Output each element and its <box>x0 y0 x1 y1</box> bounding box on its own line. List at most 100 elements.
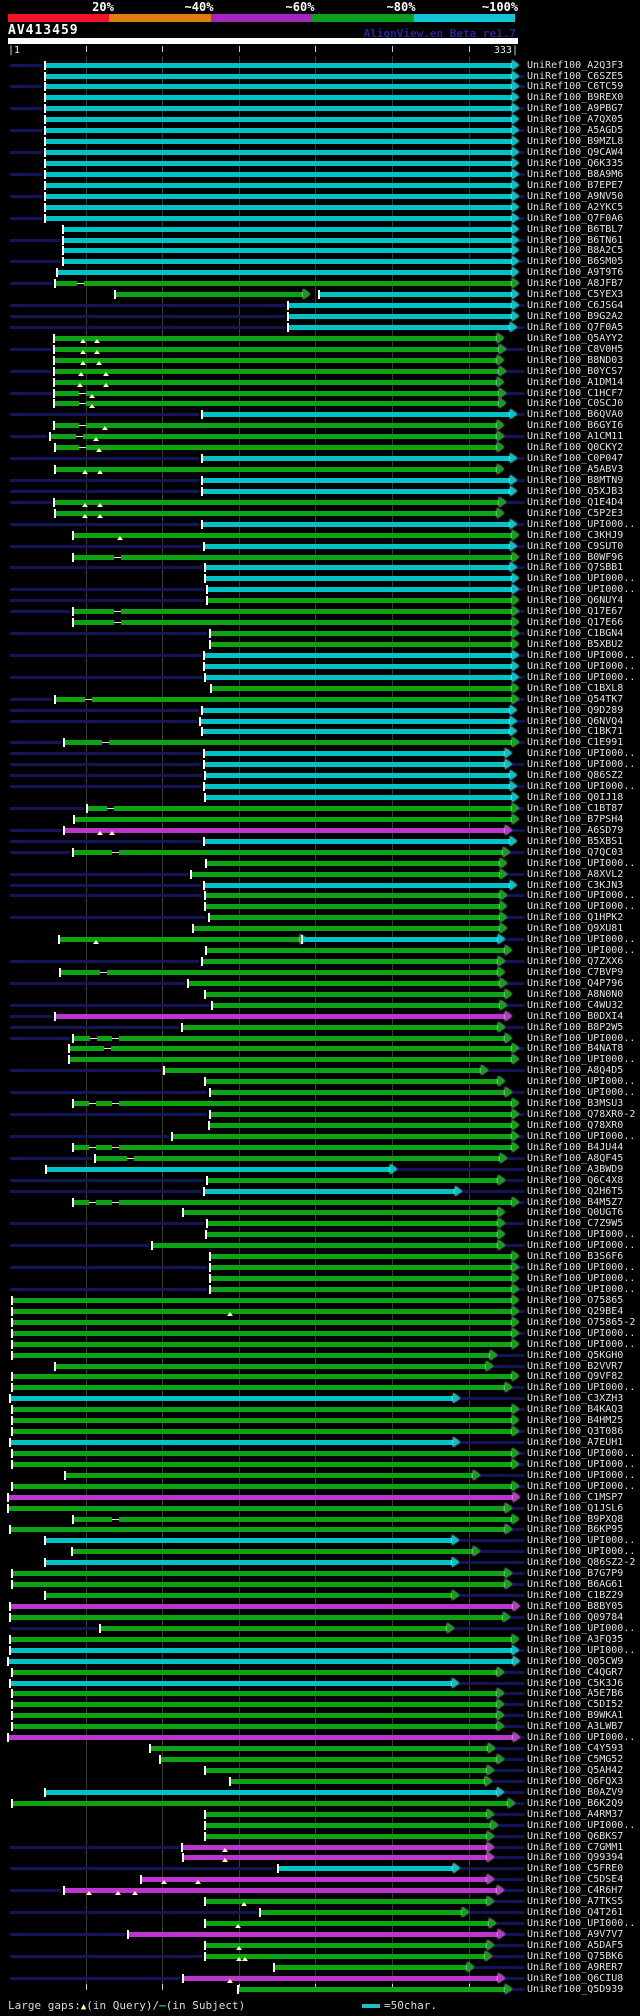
alignment-row[interactable]: UniRef100_A4RM37 <box>0 1808 640 1820</box>
alignment-row[interactable]: UniRef100_UPI000.. <box>0 890 640 901</box>
hit-label[interactable]: UniRef100_B0YCS7 <box>527 366 623 377</box>
hit-label[interactable]: UniRef100_A6SD79 <box>527 825 623 836</box>
alignment-row[interactable]: UniRef100_UPI000.. <box>0 934 640 945</box>
hit-label[interactable]: UniRef100_Q99394 <box>527 1852 623 1863</box>
alignment-row[interactable]: UniRef100_Q5KGH0 <box>0 1349 640 1361</box>
hit-label[interactable]: UniRef100_B6KP95 <box>527 1524 623 1535</box>
hit-label[interactable]: UniRef100_Q1HPK2 <box>527 912 623 923</box>
alignment-row[interactable]: UniRef100_C1E991 <box>0 737 640 748</box>
hit-label[interactable]: UniRef100_UPI000.. <box>527 519 635 530</box>
alignment-row[interactable]: UniRef100_Q7F0A6 <box>0 212 640 224</box>
hit-label[interactable]: UniRef100_UPI000.. <box>527 781 635 792</box>
alignment-row[interactable]: UniRef100_Q9VF82 <box>0 1371 640 1382</box>
hit-label[interactable]: UniRef100_C1BK71 <box>527 726 623 737</box>
alignment-row[interactable]: UniRef100_Q9CAW4 <box>0 147 640 158</box>
hit-label[interactable]: UniRef100_C3KHJ9 <box>527 530 623 541</box>
alignment-row[interactable]: UniRef100_C7GMM1 <box>0 1841 640 1853</box>
alignment-row[interactable]: UniRef100_Q0UGT6 <box>0 1207 640 1218</box>
hit-label[interactable]: UniRef100_Q09784 <box>527 1612 623 1623</box>
alignment-row[interactable]: UniRef100_Q0IJ18 <box>0 792 640 803</box>
hit-label[interactable]: UniRef100_UPI000.. <box>527 1087 635 1098</box>
alignment-row[interactable]: UniRef100_Q9XU81 <box>0 923 640 934</box>
hit-label[interactable]: UniRef100_C4WU32 <box>527 1000 623 1011</box>
hit-label[interactable]: UniRef100_A8N0N0 <box>527 989 623 1000</box>
hit-label[interactable]: UniRef100_UPI000.. <box>527 650 635 661</box>
hit-label[interactable]: UniRef100_Q6BKS7 <box>527 1831 623 1842</box>
hit-label[interactable]: UniRef100_UPI000.. <box>527 672 635 683</box>
hit-label[interactable]: UniRef100_C9SUT0 <box>527 541 623 552</box>
hit-label[interactable]: UniRef100_UPI000.. <box>527 1033 635 1044</box>
alignment-row[interactable]: UniRef100_C0SCJ0 <box>0 398 640 409</box>
hit-label[interactable]: UniRef100_A7EUH1 <box>527 1437 623 1448</box>
alignment-row[interactable]: UniRef100_UPI000.. <box>0 1240 640 1251</box>
hit-label[interactable]: UniRef100_B6SM05 <box>527 256 623 267</box>
hit-label[interactable]: UniRef100_C7Z9W5 <box>527 1218 623 1229</box>
hit-label[interactable]: UniRef100_B5XBU2 <box>527 639 623 650</box>
alignment-row[interactable]: UniRef100_Q4T261 <box>0 1907 640 1918</box>
alignment-row[interactable]: UniRef100_A3BWD9 <box>0 1163 640 1175</box>
hit-label[interactable]: UniRef100_A2YKC5 <box>527 202 623 213</box>
hit-label[interactable]: UniRef100_B7EPE7 <box>527 180 623 191</box>
hit-label[interactable]: UniRef100_B8P2W5 <box>527 1022 623 1033</box>
alignment-row[interactable]: UniRef100_B7G7P9 <box>0 1568 640 1579</box>
alignment-row[interactable]: UniRef100_A9PBG7 <box>0 103 640 114</box>
hit-label[interactable]: UniRef100_C1BXL8 <box>527 683 623 694</box>
hit-label[interactable]: UniRef100_Q54TK7 <box>527 694 623 705</box>
hit-label[interactable]: UniRef100_A4RM37 <box>527 1809 623 1820</box>
alignment-row[interactable]: UniRef100_A3FQ35 <box>0 1633 640 1645</box>
alignment-row[interactable]: UniRef100_Q5D939 <box>0 1983 640 1995</box>
hit-label[interactable]: UniRef100_A9PBG7 <box>527 103 623 114</box>
hit-label[interactable]: UniRef100_UPI000.. <box>527 1076 635 1087</box>
alignment-row[interactable]: UniRef100_A9NV50 <box>0 190 640 202</box>
alignment-row[interactable]: UniRef100_B6KP95 <box>0 1524 640 1535</box>
hit-label[interactable]: UniRef100_Q5XJB3 <box>527 486 623 497</box>
hit-label[interactable]: UniRef100_UPI000.. <box>527 1262 635 1273</box>
hit-label[interactable]: UniRef100_B4HM25 <box>527 1415 623 1426</box>
alignment-row[interactable]: UniRef100_B9PXQ8 <box>0 1513 640 1525</box>
alignment-row[interactable]: UniRef100_A8XVL2 <box>0 868 640 880</box>
hit-label[interactable]: UniRef100_UPI000.. <box>527 1546 635 1557</box>
hit-label[interactable]: UniRef100_O75865 <box>527 1295 623 1306</box>
alignment-row[interactable]: UniRef100_B4KAQ3 <box>0 1404 640 1415</box>
hit-label[interactable]: UniRef100_A7QX05 <box>527 114 623 125</box>
hit-label[interactable]: UniRef100_Q7F0A6 <box>527 213 623 224</box>
hit-label[interactable]: UniRef100_C5K3J6 <box>527 1678 623 1689</box>
alignment-row[interactable]: UniRef100_UPI000.. <box>0 857 640 869</box>
hit-label[interactable]: UniRef100_UPI000.. <box>527 661 635 672</box>
alignment-row[interactable]: UniRef100_Q7SBB1 <box>0 562 640 573</box>
hit-label[interactable]: UniRef100_UPI000.. <box>527 1229 635 1240</box>
alignment-row[interactable]: UniRef100_Q6NVQ4 <box>0 715 640 727</box>
alignment-row[interactable]: UniRef100_B6K2Q9 <box>0 1797 640 1809</box>
hit-label[interactable]: UniRef100_UPI000.. <box>527 1732 635 1743</box>
alignment-row[interactable]: UniRef100_B9WKA1 <box>0 1710 640 1721</box>
alignment-row[interactable]: UniRef100_UPI000.. <box>0 1535 640 1546</box>
hit-label[interactable]: UniRef100_UPI000.. <box>527 1918 635 1929</box>
hit-label[interactable]: UniRef100_A3BWD9 <box>527 1164 623 1175</box>
alignment-row[interactable]: UniRef100_C8V0H5 <box>0 343 640 355</box>
alignment-row[interactable]: UniRef100_B6TN61 <box>0 234 640 246</box>
hit-label[interactable]: UniRef100_B6K2Q9 <box>527 1798 623 1809</box>
alignment-row[interactable]: UniRef100_C1BK71 <box>0 726 640 737</box>
alignment-row[interactable]: UniRef100_UPI000.. <box>0 1469 640 1481</box>
hit-label[interactable]: UniRef100_UPI000.. <box>527 1382 635 1393</box>
alignment-row[interactable]: UniRef100_C7BVP9 <box>0 966 640 978</box>
hit-label[interactable]: UniRef100_Q5KGH0 <box>527 1350 623 1361</box>
alignment-row[interactable]: UniRef100_UPI000.. <box>0 1054 640 1065</box>
hit-label[interactable]: UniRef100_Q9XU81 <box>527 923 623 934</box>
alignment-row[interactable]: UniRef100_B3MSU3 <box>0 1098 640 1109</box>
hit-label[interactable]: UniRef100_C8V0H5 <box>527 344 623 355</box>
hit-label[interactable]: UniRef100_C1BZ29 <box>527 1590 623 1601</box>
alignment-row[interactable]: UniRef100_UPI000.. <box>0 1273 640 1284</box>
hit-label[interactable]: UniRef100_O75865-2 <box>527 1317 635 1328</box>
alignment-row[interactable]: UniRef100_A2Q3F3 <box>0 59 640 71</box>
alignment-row[interactable]: UniRef100_C5P2E3 <box>0 507 640 519</box>
hit-label[interactable]: UniRef100_UPI000.. <box>527 1470 635 1481</box>
hit-label[interactable]: UniRef100_C5P2E3 <box>527 508 623 519</box>
alignment-row[interactable]: UniRef100_Q17E66 <box>0 617 640 628</box>
alignment-row[interactable]: UniRef100_A5ABV3 <box>0 464 640 475</box>
hit-label[interactable]: UniRef100_C0P047 <box>527 453 623 464</box>
alignment-row[interactable]: UniRef100_UPI000.. <box>0 1229 640 1240</box>
alignment-row[interactable]: UniRef100_Q6K335 <box>0 157 640 169</box>
hit-label[interactable]: UniRef100_UPI000.. <box>527 1131 635 1142</box>
alignment-row[interactable]: UniRef100_UPI000.. <box>0 1458 640 1470</box>
